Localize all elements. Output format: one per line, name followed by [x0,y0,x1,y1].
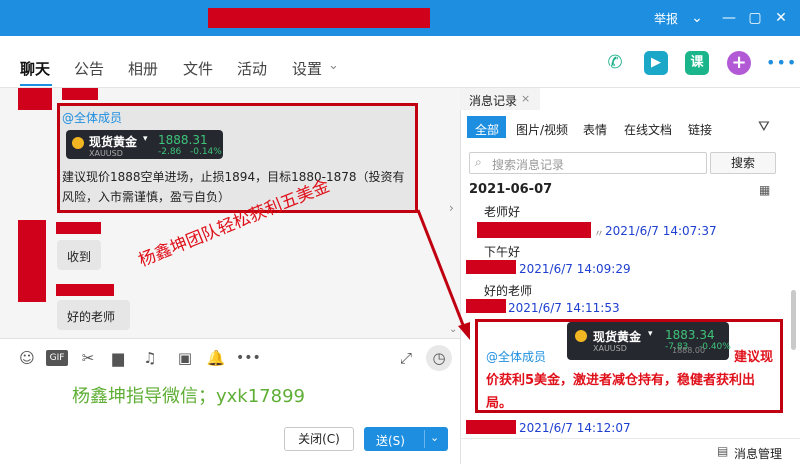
records-tab-title: 消息记录 [469,94,518,108]
folder-icon[interactable]: ▆ [108,348,128,368]
more-tools-icon[interactable]: ••• [236,348,261,368]
redacted-avatar [18,220,46,302]
chevron-down-icon[interactable]: ⌄ [328,58,339,73]
phone-icon[interactable]: ✆ [603,51,627,75]
record-time[interactable]: 2021/6/7 14:12:07 [519,421,631,435]
tab-announcement[interactable]: 公告 [74,58,104,79]
tab-chat[interactable]: 聊天 [20,58,50,79]
tab-activity[interactable]: 活动 [237,58,267,79]
emoji-icon[interactable]: ☺ [17,348,37,368]
expand-icon[interactable]: ⤢ [396,348,416,368]
group-nav-bar [0,36,800,88]
redacted-sender-name [62,88,98,100]
redacted-sender-name [466,260,516,274]
add-icon[interactable]: + [727,51,751,75]
highlight-box [57,103,418,213]
redacted-sender-name [466,420,516,434]
minimize-icon[interactable]: — [718,7,740,29]
record-text: 老师好 [484,205,521,219]
filter-tab-media[interactable]: 图片/视频 [516,121,568,138]
gif-icon[interactable]: GIF [46,350,68,366]
dropdown-icon[interactable]: ⌄ [686,7,708,29]
search-button[interactable]: 搜索 [710,152,776,174]
video-icon[interactable]: ▶ [644,51,668,75]
caret-down-icon: ▾ [648,329,653,339]
send-button[interactable]: 送(S) ⌄ [364,427,448,451]
record-highlight-text: 建议现价获利5美金，激进者减仓持有，稳健者获利出局。 [486,350,774,411]
chevron-down-icon[interactable]: ⌄ [430,431,439,444]
message-manage-label[interactable]: 消息管理 [734,445,782,462]
chevron-right-icon[interactable]: › [449,201,454,215]
tab-settings[interactable]: 设置 [292,58,322,79]
pin-icon: 〃 [594,229,604,240]
message-text: 好的老师 [67,310,116,324]
image-icon[interactable]: ▣ [175,348,195,368]
filter-tab-all-label: 全部 [475,123,500,137]
gold-coin-icon [575,330,587,342]
active-tab-underline [20,84,52,86]
message-manage-icon[interactable]: ▤ [717,444,728,458]
instrument-name: 现货黄金 [593,330,642,344]
redacted-avatar [18,88,52,110]
calendar-icon[interactable]: ▦ [759,183,770,197]
more-icon[interactable]: ••• [766,53,797,72]
maximize-icon[interactable]: ▢ [744,7,766,29]
course-icon[interactable]: 课 [685,51,709,75]
tab-files[interactable]: 文件 [183,58,213,79]
record-time[interactable]: 2021/6/7 14:09:29 [519,262,631,276]
search-placeholder: 搜索消息记录 [492,158,565,172]
close-window-icon[interactable]: ✕ [770,7,792,29]
redacted-sender-name [466,299,506,313]
send-label: 送(S) [376,434,405,448]
filter-tab-links[interactable]: 链接 [688,121,712,138]
instrument-price: 1883.34 [665,328,715,342]
record-text: 好的老师 [484,284,533,298]
filter-icon[interactable]: ⛛ [758,119,770,135]
close-button[interactable]: 关闭(C) [284,427,354,451]
tab-album[interactable]: 相册 [128,58,158,79]
history-clock-icon[interactable]: ◷ [426,345,452,371]
music-icon[interactable]: ♫ [140,348,160,368]
search-icon: ⌕ [475,155,482,169]
report-link[interactable]: 举报 [654,10,678,27]
chevron-down-icon[interactable]: ⌄ [449,324,457,335]
record-text: 下午好 [484,245,521,259]
scissors-icon[interactable]: ✂ [78,348,98,368]
scrollbar-thumb[interactable] [791,290,796,350]
redacted-sender-name [56,222,101,234]
redacted-sender-name [477,222,591,238]
message-text: 收到 [67,250,92,264]
send-divider [424,430,425,448]
filter-tab-stickers[interactable]: 表情 [583,121,607,138]
record-time[interactable]: 2021/6/7 14:11:53 [508,301,620,315]
redacted-sender-name [56,284,114,296]
redacted-window-title [208,8,430,28]
date-header: 2021-06-07 [469,182,553,197]
filter-tab-docs[interactable]: 在线文档 [624,121,672,138]
overlay-wechat-text: 杨鑫坤指导微信；yxk17899 [72,386,305,407]
bell-icon[interactable]: 🔔 [206,348,226,368]
divider [460,438,800,439]
close-tab-icon[interactable]: × [521,92,530,105]
record-time[interactable]: 2021/6/7 14:07:37 [605,224,717,238]
